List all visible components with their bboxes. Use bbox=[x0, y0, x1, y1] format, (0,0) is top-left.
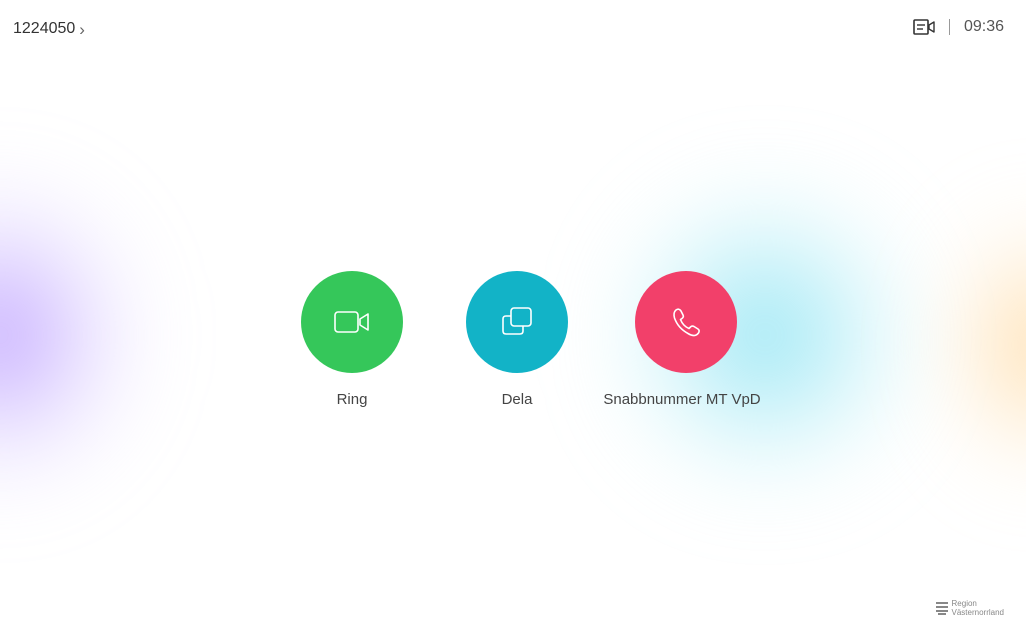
region-logo-line2: Västernorrland bbox=[951, 608, 1004, 617]
camera-selfview-icon[interactable] bbox=[913, 18, 935, 36]
speed-dial-circle[interactable] bbox=[635, 271, 737, 373]
status-bar: 09:36 bbox=[913, 18, 1004, 36]
share-circle[interactable] bbox=[466, 271, 568, 373]
room-number: 1224050 bbox=[13, 20, 76, 37]
room-number-button[interactable]: 1224050 › bbox=[13, 20, 85, 38]
clock: 09:36 bbox=[963, 18, 1004, 35]
share-screen-icon bbox=[502, 307, 532, 335]
call-circle[interactable] bbox=[301, 271, 403, 373]
share-label: Dela bbox=[501, 391, 533, 408]
share-button[interactable]: Dela bbox=[466, 271, 568, 408]
chevron-right-icon: › bbox=[79, 19, 85, 39]
home-screen: 1224050 › 09:36 Ring Dela Snabbnummer MT… bbox=[0, 0, 1026, 633]
video-camera-icon bbox=[334, 311, 369, 333]
phone-handset-icon bbox=[673, 308, 700, 337]
region-logo-line1: Region bbox=[951, 599, 977, 608]
region-logo: Region Västernorrland bbox=[935, 599, 1004, 617]
call-button[interactable]: Ring bbox=[301, 271, 403, 408]
region-logo-icon bbox=[935, 602, 948, 615]
action-bar: Ring Dela Snabbnummer MT VpD bbox=[0, 271, 1026, 421]
call-label: Ring bbox=[336, 391, 368, 408]
divider bbox=[948, 19, 950, 35]
speed-dial-label: Snabbnummer MT VpD bbox=[603, 391, 761, 408]
speed-dial-button[interactable]: Snabbnummer MT VpD bbox=[594, 271, 770, 408]
region-logo-text: Region Västernorrland bbox=[952, 599, 1004, 617]
